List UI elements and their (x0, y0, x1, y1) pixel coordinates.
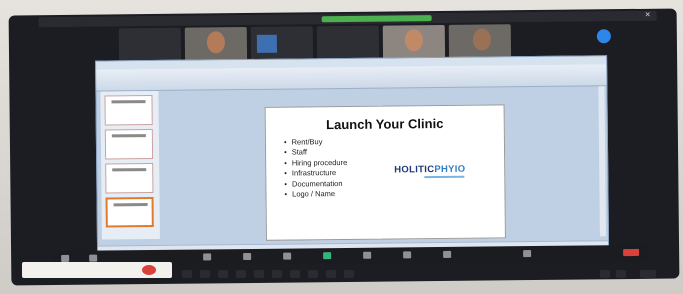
slide-title: Launch Your Clinic (326, 115, 444, 133)
taskbar-app-icon[interactable] (254, 270, 264, 278)
participant-video (472, 28, 491, 51)
taskbar-app-icon[interactable] (200, 270, 210, 278)
end-meeting-button[interactable] (623, 248, 640, 257)
more-icon[interactable] (523, 250, 532, 258)
slide-thumbnail-pane (100, 90, 160, 240)
bullet-item: Logo / Name (284, 189, 347, 200)
taskbar-app-icon[interactable] (218, 270, 228, 278)
video-icon[interactable] (89, 254, 98, 262)
taskbar-app-icon[interactable] (344, 270, 354, 278)
logo-underline (424, 175, 465, 179)
participants-icon[interactable] (243, 252, 252, 261)
chat-icon[interactable] (283, 252, 292, 260)
bullet-item: Staff (284, 147, 347, 158)
taskbar-app-icon[interactable] (182, 270, 192, 278)
bullet-item: Infrastructure (284, 168, 347, 179)
photo-background: ✕ Launch Your Clinic • Rent/Buy • Staff … (0, 0, 683, 294)
taskbar-app-icon[interactable] (236, 270, 246, 278)
clock[interactable] (640, 270, 656, 278)
taskbar-app-icon[interactable] (272, 270, 282, 278)
participant-video (404, 29, 424, 52)
recording-indicator[interactable] (321, 15, 432, 23)
system-tray-icon[interactable] (616, 270, 626, 278)
ribbon-toolbar[interactable] (96, 64, 607, 92)
mute-icon[interactable] (61, 254, 70, 262)
apps-icon[interactable] (443, 250, 452, 258)
heart-icon (142, 265, 156, 275)
reactions-icon[interactable] (403, 251, 412, 259)
info-icon[interactable] (596, 29, 611, 44)
powerpoint-window: Launch Your Clinic Rent/Buy Staff Hiring… (95, 55, 610, 255)
taskbar-app-icon[interactable] (290, 270, 300, 278)
holistic-physio-logo: HOLITICPHYIO (394, 164, 465, 179)
slide-canvas: Launch Your Clinic Rent/Buy Staff Hiring… (264, 104, 506, 241)
taskbar-app-icon[interactable] (308, 270, 318, 278)
share-screen-icon[interactable] (323, 252, 332, 260)
monitor-screen: ✕ Launch Your Clinic • Rent/Buy • Staff … (8, 8, 680, 286)
bullet-item: Rent/Buy (284, 137, 347, 148)
bullet-item: Documentation (284, 179, 347, 190)
zoom-title-bar: ✕ (38, 10, 657, 28)
participant-video (256, 34, 278, 53)
record-icon[interactable] (363, 251, 372, 259)
vertical-scrollbar[interactable] (598, 86, 606, 237)
slide-thumbnail-selected[interactable] (105, 196, 154, 228)
system-tray-icon[interactable] (600, 270, 610, 278)
bullet-item: Hiring procedure (284, 158, 348, 169)
slide-bullet-list: Rent/Buy Staff Hiring procedure Infrastr… (284, 137, 348, 200)
security-icon[interactable] (203, 253, 212, 261)
participant-video (206, 31, 226, 54)
slide-thumbnail[interactable] (105, 162, 154, 194)
taskbar-app-icon[interactable] (326, 270, 336, 278)
close-icon[interactable]: ✕ (645, 11, 651, 19)
slide-thumbnail[interactable] (104, 129, 154, 160)
taskbar-search-box[interactable] (22, 262, 172, 278)
slide-thumbnail[interactable] (104, 95, 153, 126)
